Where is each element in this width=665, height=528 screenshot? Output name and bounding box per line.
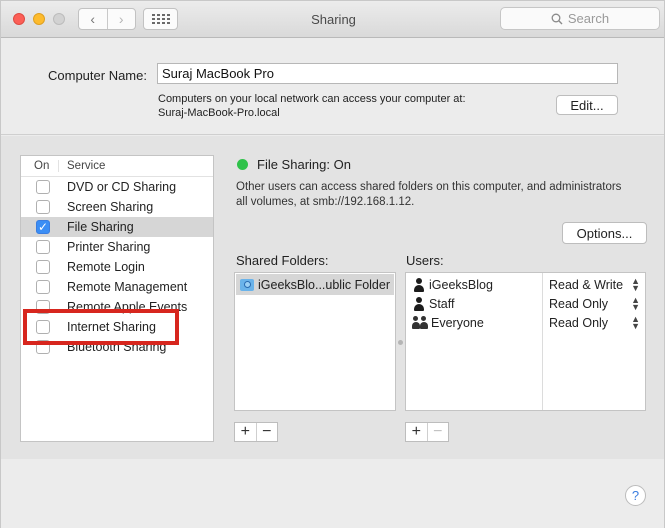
shared-folders-list: iGeeksBlo...ublic Folder <box>234 272 396 411</box>
sharing-window: ‹ › Sharing Search Computer Name: Suraj … <box>0 0 665 528</box>
service-row[interactable]: ✓ File Sharing <box>21 217 213 237</box>
search-field[interactable]: Search <box>500 7 660 30</box>
shared-folders-label: Shared Folders: <box>236 253 329 268</box>
service-row[interactable]: DVD or CD Sharing <box>21 177 213 197</box>
shared-folder-icon <box>240 278 254 291</box>
person-icon <box>412 296 426 311</box>
service-checkbox[interactable] <box>36 240 50 254</box>
remove-user-button[interactable]: − <box>426 423 449 441</box>
column-header-on[interactable]: On <box>21 160 59 172</box>
users-add-remove: + − <box>405 422 449 442</box>
computer-name-desc-line1: Computers on your local network can acce… <box>158 93 466 105</box>
computer-name-label: Computer Name: <box>48 68 147 83</box>
status-desc-line2: all volumes, at smb://192.168.1.12. <box>236 196 415 208</box>
group-icon <box>412 315 428 330</box>
permission-popup[interactable]: Read Only ▲ ▼ <box>542 294 645 312</box>
search-placeholder: Search <box>567 11 610 26</box>
service-checkbox[interactable] <box>36 180 50 194</box>
service-checkbox[interactable] <box>36 200 50 214</box>
split-view-handle[interactable] <box>398 340 403 345</box>
permission-label: Read Only <box>549 315 609 330</box>
service-checkbox[interactable]: ✓ <box>36 220 50 234</box>
shared-folders-add-remove: + − <box>234 422 278 442</box>
status-desc-line1: Other users can access shared folders on… <box>236 181 622 193</box>
computer-name-field[interactable]: Suraj MacBook Pro <box>157 63 618 84</box>
users-list: iGeeksBlog Read & Write ▲ ▼ Staff Read Only ▲ ▼… <box>405 272 646 411</box>
bottom-bar <box>1 459 664 528</box>
shared-folder-row[interactable]: iGeeksBlo...ublic Folder <box>236 274 394 295</box>
column-header-service[interactable]: Service <box>59 160 105 172</box>
title-bar: ‹ › Sharing Search <box>1 1 664 38</box>
computer-name-description: Computers on your local network can acce… <box>158 92 466 120</box>
service-row[interactable]: Screen Sharing <box>21 197 213 217</box>
permission-label: Read Only <box>549 296 609 311</box>
user-row[interactable]: iGeeksBlog Read & Write ▲ ▼ <box>406 275 645 294</box>
status-text: File Sharing: On <box>257 157 351 172</box>
shared-folder-name: iGeeksBlo...ublic Folder <box>258 277 391 292</box>
computer-name-section: Computer Name: Suraj MacBook Pro Compute… <box>1 39 664 135</box>
permission-popup[interactable]: Read & Write ▲ ▼ <box>542 275 645 293</box>
add-folder-button[interactable]: + <box>235 423 256 441</box>
status-description: Other users can access shared folders on… <box>236 180 646 210</box>
service-list-header: On Service <box>21 156 213 177</box>
service-checkbox[interactable] <box>36 280 50 294</box>
options-button[interactable]: Options... <box>562 222 647 244</box>
service-label: Remote Login <box>67 260 145 274</box>
internet-sharing-highlight <box>23 309 179 345</box>
service-row[interactable]: Remote Login <box>21 257 213 277</box>
service-label: DVD or CD Sharing <box>67 180 177 194</box>
service-row[interactable]: Remote Management <box>21 277 213 297</box>
edit-button[interactable]: Edit... <box>556 95 618 115</box>
user-row[interactable]: Staff Read Only ▲ ▼ <box>406 294 645 313</box>
permission-popup[interactable]: Read Only ▲ ▼ <box>542 313 645 331</box>
user-name: Everyone <box>431 315 484 330</box>
service-label: Remote Management <box>67 280 188 294</box>
person-icon <box>412 277 426 292</box>
service-label: Printer Sharing <box>67 240 151 254</box>
user-name-cell: Everyone <box>406 315 542 330</box>
service-checkbox[interactable] <box>36 260 50 274</box>
user-name-cell: Staff <box>406 296 542 311</box>
remove-folder-button[interactable]: − <box>255 423 278 441</box>
user-name: Staff <box>429 296 455 311</box>
user-name-cell: iGeeksBlog <box>406 277 542 292</box>
service-label: File Sharing <box>67 220 134 234</box>
updown-arrows-icon: ▲ ▼ <box>631 313 640 331</box>
user-row[interactable]: Everyone Read Only ▲ ▼ <box>406 313 645 332</box>
status-indicator-icon <box>237 159 248 170</box>
users-label: Users: <box>406 253 444 268</box>
magnifier-icon <box>551 13 563 24</box>
help-button[interactable]: ? <box>625 485 646 506</box>
updown-arrows-icon: ▲ ▼ <box>631 275 640 293</box>
add-user-button[interactable]: + <box>406 423 427 441</box>
permission-label: Read & Write <box>549 277 624 292</box>
local-hostname: Suraj-MacBook-Pro.local <box>158 107 280 119</box>
service-label: Screen Sharing <box>67 200 154 214</box>
service-row[interactable]: Printer Sharing <box>21 237 213 257</box>
user-name: iGeeksBlog <box>429 277 493 292</box>
service-list: On Service DVD or CD Sharing Screen Shari… <box>20 155 214 442</box>
updown-arrows-icon: ▲ ▼ <box>631 294 640 312</box>
